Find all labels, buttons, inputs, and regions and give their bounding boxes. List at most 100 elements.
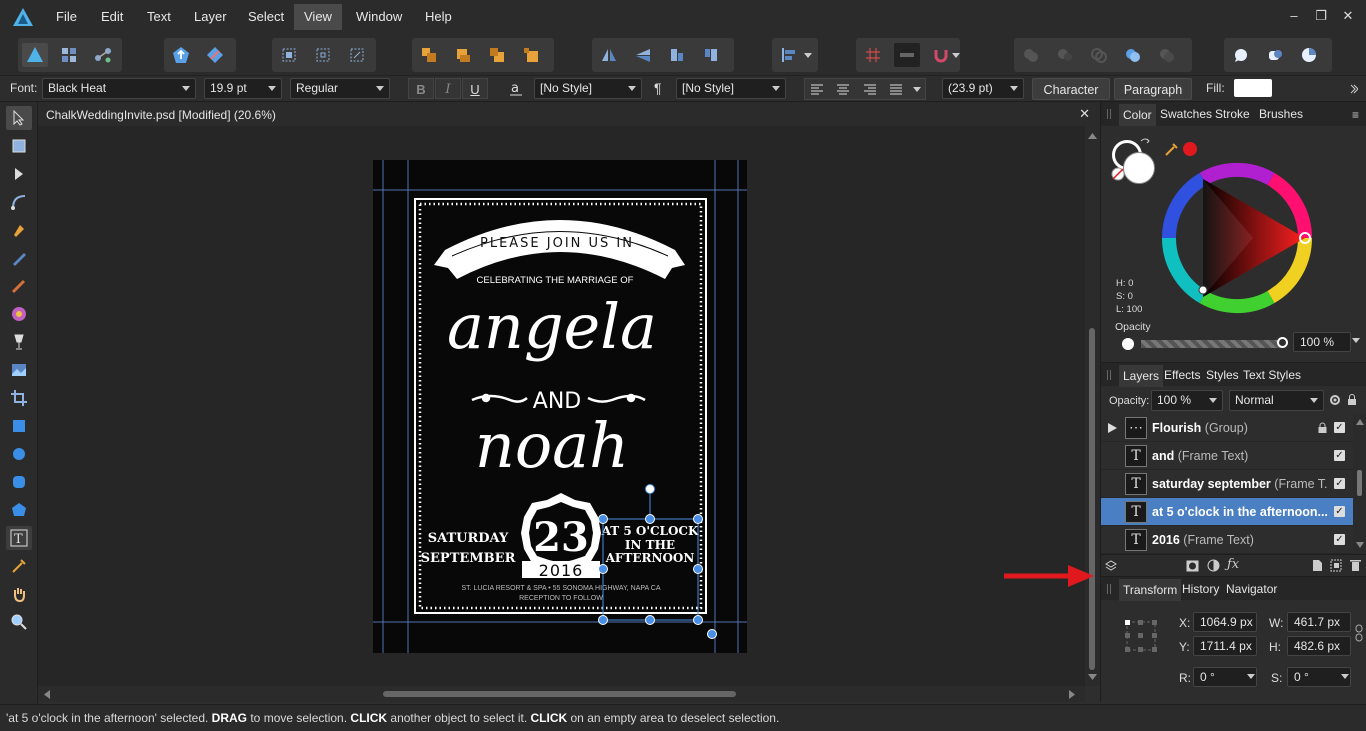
menu-view[interactable]: View bbox=[294, 4, 342, 30]
font-style-dropdown[interactable]: Regular bbox=[290, 78, 390, 99]
gear-icon[interactable] bbox=[1329, 394, 1341, 406]
select-scale-button[interactable] bbox=[344, 43, 370, 67]
scroll-up-icon[interactable] bbox=[1356, 419, 1364, 425]
layer-row[interactable]: ⋯ Flourish (Group) ✓ bbox=[1101, 414, 1353, 442]
layers-scrollbar[interactable] bbox=[1353, 414, 1366, 554]
canvas[interactable]: PLEASE JOIN US IN CELEBRATING THE MARRIA… bbox=[38, 126, 1085, 686]
scroll-right-icon[interactable] bbox=[1069, 690, 1075, 699]
text-tool[interactable]: T bbox=[6, 526, 32, 550]
fx-icon[interactable]: ƒx bbox=[1227, 557, 1239, 572]
layer-row-selected[interactable]: T at 5 o'clock in the afternoon... ✓ bbox=[1101, 498, 1353, 526]
close-window-button[interactable]: ✕ bbox=[1337, 6, 1359, 26]
pencil-tool[interactable] bbox=[6, 246, 32, 270]
fill-color-circle[interactable] bbox=[1123, 152, 1155, 184]
menu-select[interactable]: Select bbox=[238, 4, 294, 30]
align-button[interactable] bbox=[776, 43, 802, 67]
justify-text-icon[interactable] bbox=[889, 83, 903, 96]
anchor-point-selector[interactable] bbox=[1123, 618, 1159, 654]
opacity-value-field[interactable]: 100 % bbox=[1293, 332, 1351, 352]
tab-brushes[interactable]: Brushes bbox=[1256, 107, 1306, 121]
layer-row[interactable]: T 2016 (Frame Text) ✓ bbox=[1101, 526, 1353, 554]
rotation-chevron-down-icon[interactable] bbox=[1247, 674, 1255, 680]
panel-grip-icon[interactable] bbox=[1107, 584, 1111, 594]
name2-text[interactable]: noah bbox=[475, 409, 629, 482]
scroll-down-icon[interactable] bbox=[1088, 674, 1097, 680]
character-style-dropdown[interactable]: [No Style] bbox=[534, 78, 642, 99]
h-field[interactable]: 482.6 px bbox=[1287, 636, 1351, 656]
panel-menu-icon[interactable]: ≡ bbox=[1352, 108, 1359, 122]
eyedropper-icon[interactable] bbox=[1163, 140, 1181, 158]
paragraph-button[interactable]: Paragraph bbox=[1114, 78, 1192, 100]
snapping-options-button[interactable] bbox=[894, 43, 920, 67]
tab-text-styles[interactable]: Text Styles bbox=[1240, 368, 1304, 382]
context-overflow-icon[interactable] bbox=[1350, 84, 1358, 94]
paragraph-style-dropdown[interactable]: [No Style] bbox=[676, 78, 786, 99]
erase-button[interactable] bbox=[202, 43, 228, 67]
snapping-chevron-down-icon[interactable] bbox=[952, 53, 960, 59]
fill-tool[interactable] bbox=[6, 302, 32, 326]
year-text[interactable]: 2016 bbox=[539, 561, 584, 580]
bring-to-front-button[interactable] bbox=[416, 43, 442, 67]
move-tool[interactable] bbox=[6, 106, 32, 130]
bold-button[interactable]: B bbox=[408, 78, 434, 99]
photo-persona-button[interactable] bbox=[56, 43, 82, 67]
add-shapes-button[interactable] bbox=[1018, 43, 1044, 67]
document-page[interactable]: PLEASE JOIN US IN CELEBRATING THE MARRIA… bbox=[38, 126, 1085, 686]
node-tool[interactable] bbox=[6, 162, 32, 186]
adjustment-icon[interactable] bbox=[1207, 559, 1220, 572]
chevron-down-icon[interactable] bbox=[804, 53, 812, 59]
panel-grip-icon[interactable] bbox=[1107, 370, 1111, 380]
rectangle-tool[interactable] bbox=[6, 414, 32, 438]
menu-file[interactable]: File bbox=[46, 4, 87, 30]
trash-icon[interactable] bbox=[1350, 559, 1361, 572]
tab-effects[interactable]: Effects bbox=[1161, 368, 1203, 382]
select-frame-button[interactable] bbox=[276, 43, 302, 67]
rotate-right-button[interactable] bbox=[698, 43, 724, 67]
lock-icon[interactable] bbox=[1347, 393, 1357, 406]
menu-window[interactable]: Window bbox=[346, 4, 412, 30]
x-field[interactable]: 1064.9 px bbox=[1193, 612, 1257, 632]
layer-lock-icon[interactable] bbox=[1318, 422, 1327, 434]
opacity-slider-track[interactable] bbox=[1141, 340, 1281, 348]
tab-swatches[interactable]: Swatches bbox=[1157, 107, 1215, 121]
flip-vertical-button[interactable] bbox=[630, 43, 656, 67]
color-picker-tool[interactable] bbox=[6, 554, 32, 578]
venue-text[interactable]: ST. LUCIA RESORT & SPA • 55 SONOMA HIGHW… bbox=[461, 585, 660, 592]
insert-pie-button[interactable] bbox=[1296, 43, 1322, 67]
tab-stroke[interactable]: Stroke bbox=[1212, 107, 1253, 121]
publisher-persona-button[interactable] bbox=[22, 43, 48, 67]
new-page-icon[interactable] bbox=[1312, 559, 1323, 572]
panel-grip-icon[interactable] bbox=[1107, 109, 1111, 119]
artboard-tool[interactable] bbox=[6, 134, 32, 158]
opacity-slider-thumb[interactable] bbox=[1277, 337, 1288, 348]
send-to-back-button[interactable] bbox=[518, 43, 544, 67]
corner-tool[interactable] bbox=[6, 190, 32, 214]
brush-tool[interactable] bbox=[6, 274, 32, 298]
polygon-tool[interactable] bbox=[6, 498, 32, 522]
vertical-scrollbar[interactable] bbox=[1085, 126, 1100, 686]
xor-shapes-button[interactable] bbox=[1120, 43, 1146, 67]
font-family-dropdown[interactable]: Black Heat bbox=[42, 78, 196, 99]
scroll-up-icon[interactable] bbox=[1088, 133, 1097, 139]
move-back-button[interactable] bbox=[484, 43, 510, 67]
at5-line3-text[interactable]: AFTERNOON bbox=[605, 551, 695, 565]
transparency-tool[interactable] bbox=[6, 330, 32, 354]
alignment-chevron-down-icon[interactable] bbox=[913, 87, 921, 93]
scroll-left-icon[interactable] bbox=[44, 690, 50, 699]
menu-help[interactable]: Help bbox=[415, 4, 462, 30]
crop-tool[interactable] bbox=[6, 386, 32, 410]
tab-navigator[interactable]: Navigator bbox=[1223, 582, 1280, 596]
tab-color[interactable]: Color bbox=[1119, 104, 1156, 126]
intersect-shapes-button[interactable] bbox=[1086, 43, 1112, 67]
tab-history[interactable]: History bbox=[1179, 582, 1222, 596]
italic-button[interactable]: I bbox=[435, 78, 461, 99]
picked-color-swatch[interactable] bbox=[1183, 142, 1197, 156]
no-color-icon[interactable] bbox=[1111, 167, 1125, 181]
upload-button[interactable] bbox=[168, 43, 194, 67]
character-button[interactable]: Character bbox=[1032, 78, 1110, 100]
scroll-down-icon[interactable] bbox=[1356, 542, 1364, 548]
reception-text[interactable]: RECEPTION TO FOLLOW bbox=[519, 595, 603, 602]
layer-visibility-checkbox[interactable]: ✓ bbox=[1334, 478, 1345, 489]
horizontal-scrollbar[interactable] bbox=[38, 686, 1085, 702]
menu-layer[interactable]: Layer bbox=[184, 4, 237, 30]
